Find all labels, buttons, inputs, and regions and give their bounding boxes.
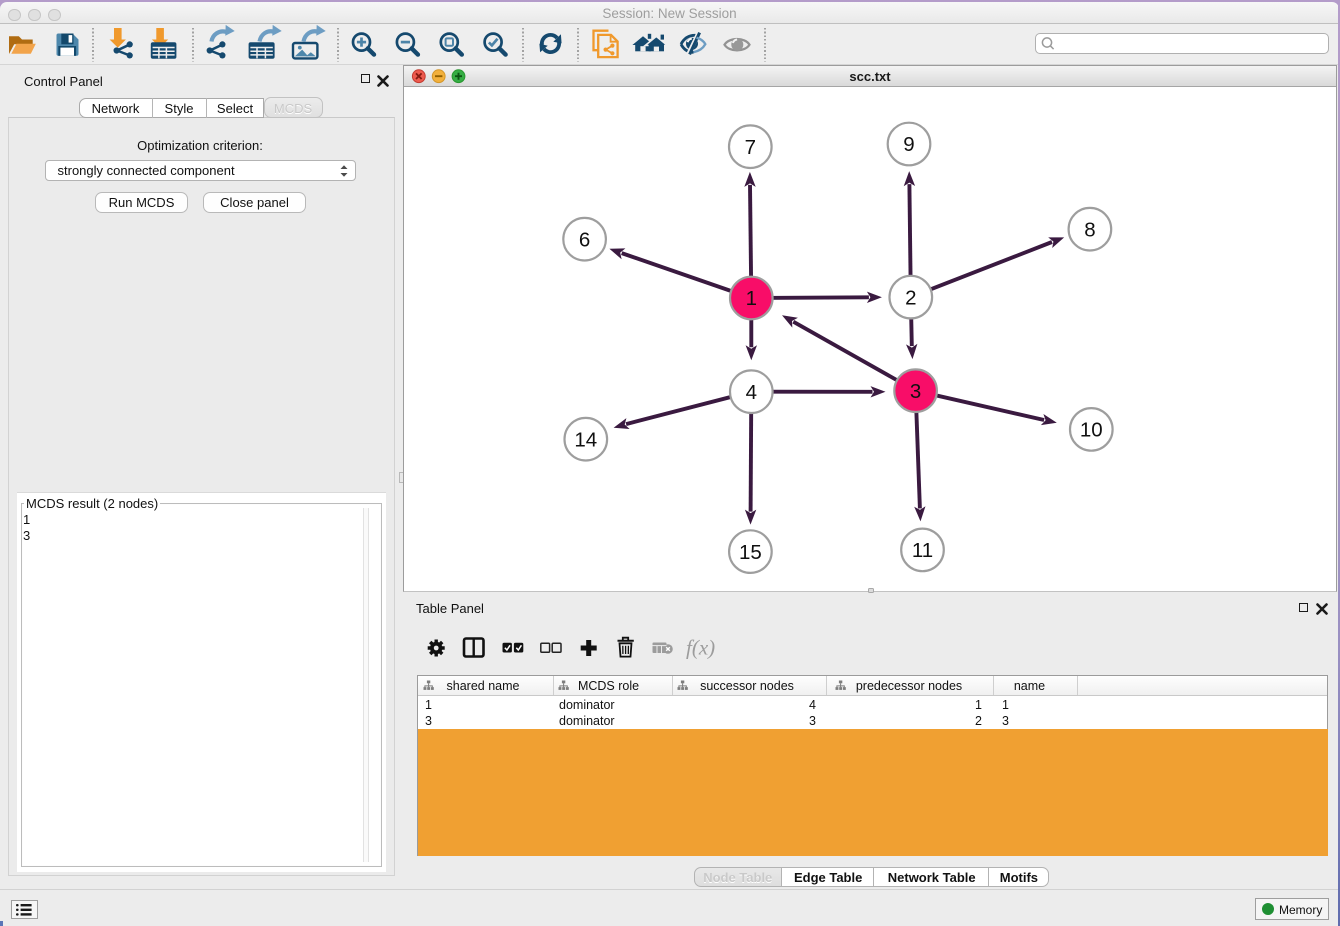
- svg-text:14: 14: [574, 428, 597, 451]
- svg-text:2: 2: [905, 286, 916, 309]
- svg-text:11: 11: [911, 539, 932, 562]
- svg-text:6: 6: [578, 228, 589, 251]
- svg-text:9: 9: [903, 133, 914, 156]
- svg-text:3: 3: [909, 379, 920, 402]
- svg-text:7: 7: [744, 135, 755, 158]
- svg-text:10: 10: [1079, 418, 1102, 441]
- svg-text:4: 4: [745, 380, 756, 403]
- svg-text:8: 8: [1084, 218, 1095, 241]
- svg-text:1: 1: [745, 287, 756, 310]
- svg-text:f(x): f(x): [686, 636, 715, 660]
- svg-text:15: 15: [738, 540, 761, 563]
